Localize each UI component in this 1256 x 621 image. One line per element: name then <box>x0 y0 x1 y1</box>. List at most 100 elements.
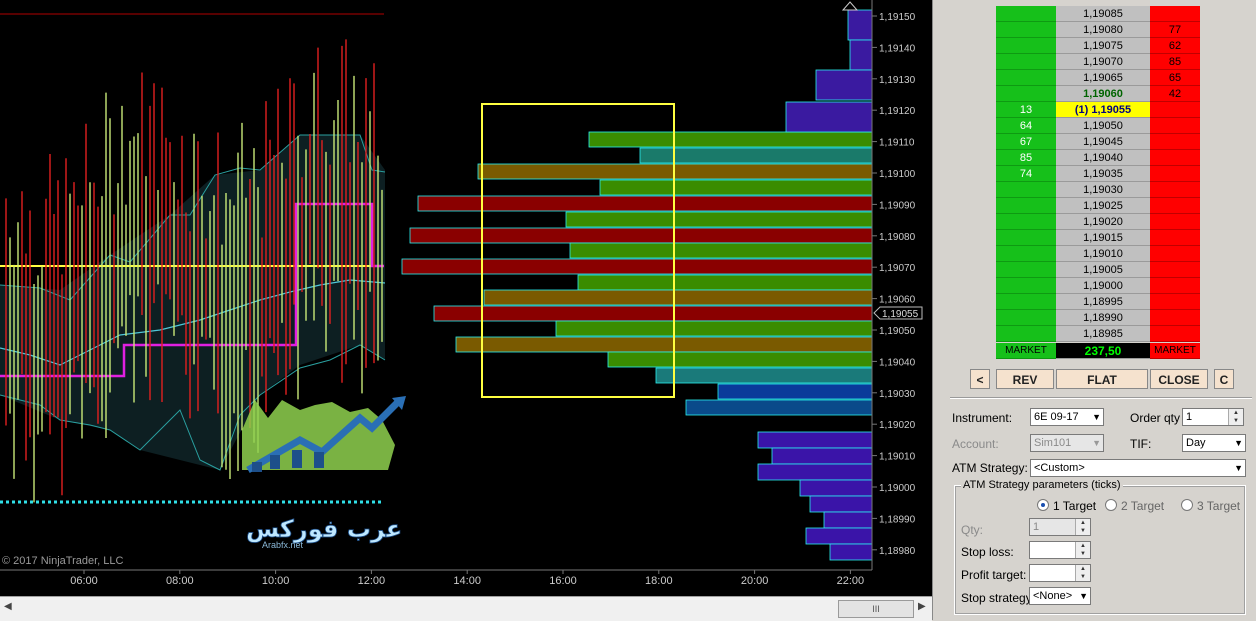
order-qty-stepper[interactable]: 1 ▲ ▼ <box>1182 408 1244 426</box>
price-cell[interactable]: 1,19050 <box>1056 118 1150 134</box>
panel-divider[interactable] <box>932 0 947 620</box>
market-sell-cell[interactable]: MARKET <box>1150 343 1200 359</box>
atm-strategy-select[interactable]: <Custom> ▼ <box>1030 459 1246 477</box>
ask-cell[interactable]: 77 <box>1150 22 1200 38</box>
price-cell[interactable]: 1,19035 <box>1056 166 1150 182</box>
price-cell[interactable]: 1,19025 <box>1056 198 1150 214</box>
stop-loss-stepper[interactable]: ▲ ▼ <box>1029 541 1091 559</box>
close-button[interactable]: CLOSE <box>1150 369 1208 389</box>
bid-cell[interactable] <box>996 278 1056 294</box>
scroll-left-icon[interactable]: ◀ <box>4 601 12 612</box>
ask-cell[interactable]: 62 <box>1150 38 1200 54</box>
bid-cell[interactable] <box>996 310 1056 326</box>
target-1-radio[interactable]: 1 Target <box>1037 499 1096 513</box>
qty-value: 1 <box>1033 521 1040 533</box>
ask-cell[interactable] <box>1150 166 1200 182</box>
price-cell[interactable]: 1,19000 <box>1056 278 1150 294</box>
profit-target-stepper[interactable]: ▲ ▼ <box>1029 564 1091 582</box>
stop-strategy-select[interactable]: <None> ▼ <box>1029 587 1091 605</box>
bid-cell[interactable] <box>996 182 1056 198</box>
bid-cell[interactable]: 85 <box>996 150 1056 166</box>
price-cell[interactable]: 1,19085 <box>1056 6 1150 22</box>
ask-cell[interactable] <box>1150 102 1200 118</box>
account-select[interactable]: Sim101 ▼ <box>1030 434 1104 452</box>
ask-cell[interactable]: 42 <box>1150 86 1200 102</box>
stepper-arrows-icon[interactable]: ▲ ▼ <box>1075 519 1090 535</box>
ask-cell[interactable] <box>1150 310 1200 326</box>
price-cell[interactable]: 1,19010 <box>1056 246 1150 262</box>
bid-cell[interactable] <box>996 6 1056 22</box>
stepper-arrows-icon[interactable]: ▲ ▼ <box>1228 409 1243 425</box>
scroll-end-marker[interactable] <box>841 1 859 11</box>
market-buy-cell[interactable]: MARKET <box>996 343 1056 359</box>
price-cell[interactable]: 1,19075 <box>1056 38 1150 54</box>
tif-select[interactable]: Day ▼ <box>1182 434 1246 452</box>
flat-button[interactable]: FLAT <box>1056 369 1148 389</box>
bid-cell[interactable] <box>996 230 1056 246</box>
price-cell[interactable]: 1,18995 <box>1056 294 1150 310</box>
ask-cell[interactable]: 65 <box>1150 70 1200 86</box>
bid-cell[interactable] <box>996 262 1056 278</box>
ask-cell[interactable] <box>1150 134 1200 150</box>
price-cell[interactable]: 1,19030 <box>1056 182 1150 198</box>
scroll-right-icon[interactable]: ▶ <box>918 601 926 612</box>
ask-cell[interactable] <box>1150 198 1200 214</box>
ask-cell[interactable] <box>1150 326 1200 342</box>
qty-stepper[interactable]: 1 ▲ ▼ <box>1029 518 1091 536</box>
ask-cell[interactable] <box>1150 150 1200 166</box>
target-2-radio[interactable]: 2 Target <box>1105 499 1164 513</box>
price-cell[interactable]: 1,18990 <box>1056 310 1150 326</box>
ask-cell[interactable] <box>1150 262 1200 278</box>
price-chart[interactable]: 1,19150 1,19140 1,19130 1,19120 1,19110 1,191… <box>0 0 932 596</box>
rev-button[interactable]: REV <box>996 369 1054 389</box>
c-button[interactable]: C <box>1214 369 1234 389</box>
bid-cell[interactable] <box>996 54 1056 70</box>
price-cell[interactable]: 1,19045 <box>1056 134 1150 150</box>
ask-cell[interactable] <box>1150 214 1200 230</box>
instrument-select[interactable]: 6E 09-17 ▼ <box>1030 408 1104 426</box>
chevron-down-icon: ▼ <box>1092 438 1101 448</box>
price-tick-label: 1,19050 <box>879 326 916 337</box>
price-cell[interactable]: 1,19015 <box>1056 230 1150 246</box>
stepper-arrows-icon[interactable]: ▲ ▼ <box>1075 542 1090 558</box>
ask-cell[interactable] <box>1150 278 1200 294</box>
price-cell[interactable]: 1,19080 <box>1056 22 1150 38</box>
bid-cell[interactable] <box>996 294 1056 310</box>
ask-cell[interactable] <box>1150 118 1200 134</box>
price-tick-label: 1,19010 <box>879 452 916 463</box>
bid-cell[interactable]: 13 <box>996 102 1056 118</box>
price-cell[interactable]: 1,19070 <box>1056 54 1150 70</box>
bid-cell[interactable] <box>996 38 1056 54</box>
price-cell[interactable]: 1,19020 <box>1056 214 1150 230</box>
price-cell[interactable]: 1,19005 <box>1056 262 1150 278</box>
price-cell[interactable]: (1) 1,19055 <box>1056 102 1150 118</box>
ask-cell[interactable] <box>1150 230 1200 246</box>
price-cell[interactable]: 1,19065 <box>1056 70 1150 86</box>
bid-cell[interactable] <box>996 198 1056 214</box>
target-3-radio[interactable]: 3 Target <box>1181 499 1240 513</box>
price-cell[interactable]: 1,19040 <box>1056 150 1150 166</box>
chart-canvas[interactable]: 1,19150 1,19140 1,19130 1,19120 1,19110 1,191… <box>0 0 932 596</box>
bid-cell[interactable] <box>996 326 1056 342</box>
scroll-thumb[interactable]: III <box>838 600 914 618</box>
stepper-arrows-icon[interactable]: ▲ ▼ <box>1075 565 1090 581</box>
chart-horizontal-scrollbar[interactable]: ◀ III ▶ <box>0 596 932 621</box>
ask-cell[interactable] <box>1150 294 1200 310</box>
ask-cell[interactable]: 85 <box>1150 54 1200 70</box>
bid-cell[interactable] <box>996 86 1056 102</box>
bid-cell[interactable]: 64 <box>996 118 1056 134</box>
time-tick-label: 06:00 <box>70 575 98 587</box>
bid-cell[interactable] <box>996 214 1056 230</box>
bid-cell[interactable]: 74 <box>996 166 1056 182</box>
bid-cell[interactable]: 67 <box>996 134 1056 150</box>
collapse-button[interactable]: < <box>970 369 990 389</box>
ask-cell[interactable] <box>1150 182 1200 198</box>
bid-cell[interactable] <box>996 22 1056 38</box>
ask-cell[interactable] <box>1150 6 1200 22</box>
bid-cell[interactable] <box>996 246 1056 262</box>
time-tick-label: 10:00 <box>262 575 290 587</box>
bid-cell[interactable] <box>996 70 1056 86</box>
price-cell[interactable]: 1,19060 <box>1056 86 1150 102</box>
ask-cell[interactable] <box>1150 246 1200 262</box>
price-cell[interactable]: 1,18985 <box>1056 326 1150 342</box>
